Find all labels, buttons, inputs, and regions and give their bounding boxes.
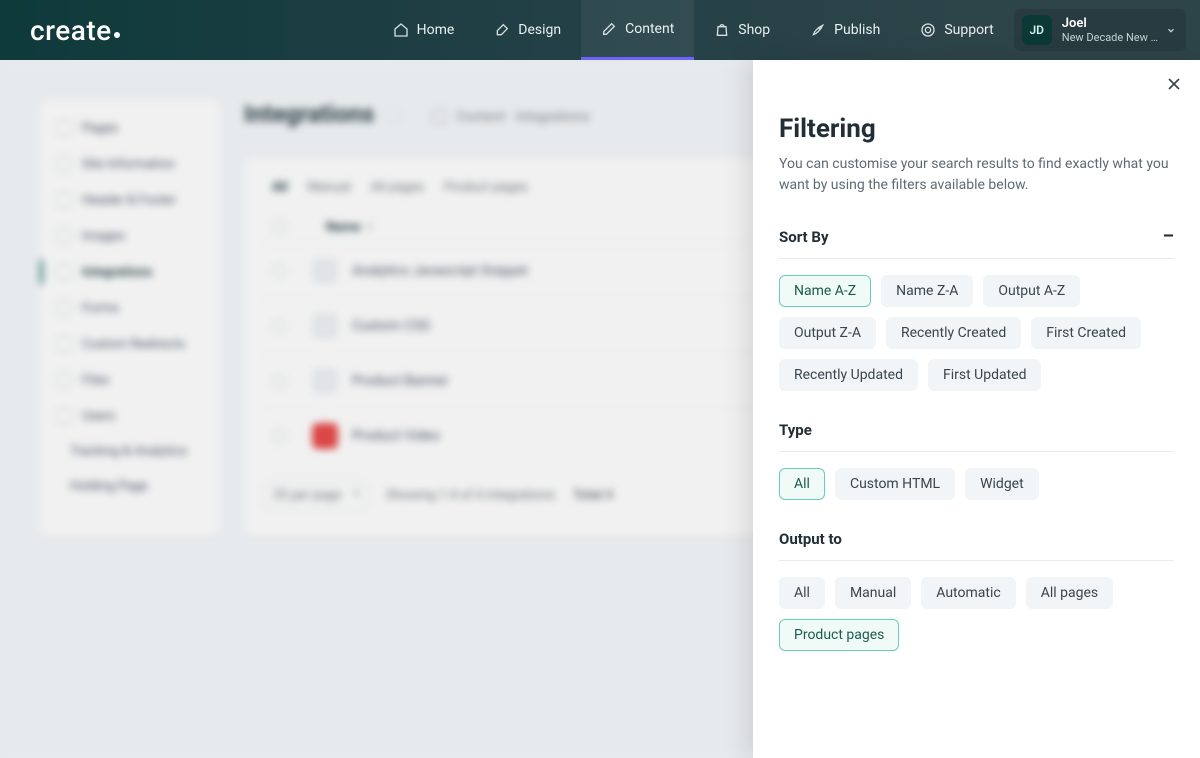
chip-output-all[interactable]: All — [779, 577, 825, 609]
chip-type-widget[interactable]: Widget — [965, 468, 1039, 500]
nav-support[interactable]: Support — [900, 0, 1013, 60]
nav-label: Home — [417, 22, 455, 38]
close-button[interactable] — [1164, 74, 1184, 94]
chip-output-manual[interactable]: Manual — [835, 577, 911, 609]
chip-output-az[interactable]: Output A-Z — [983, 275, 1080, 307]
nav-label: Shop — [738, 22, 770, 38]
bag-icon — [714, 22, 730, 38]
avatar: JD — [1022, 15, 1052, 45]
chip-first-updated[interactable]: First Updated — [928, 359, 1042, 391]
nav-shop[interactable]: Shop — [694, 0, 790, 60]
user-menu[interactable]: JD Joel New Decade New … — [1014, 9, 1186, 51]
section-output-to: Output to — [779, 526, 1174, 561]
chip-name-za[interactable]: Name Z-A — [881, 275, 973, 307]
chip-recently-created[interactable]: Recently Created — [886, 317, 1021, 349]
chevron-down-icon — [1166, 21, 1176, 40]
close-icon — [1164, 74, 1184, 94]
chip-recently-updated[interactable]: Recently Updated — [779, 359, 918, 391]
top-nav: create Home Design Content Shop Publish … — [0, 0, 1200, 60]
section-type: Type — [779, 417, 1174, 452]
chip-output-automatic[interactable]: Automatic — [921, 577, 1015, 609]
user-subtitle: New Decade New … — [1062, 31, 1158, 44]
collapse-icon[interactable]: – — [1163, 228, 1174, 246]
output-chips: All Manual Automatic All pages Product p… — [779, 577, 1174, 651]
overlay-scrim[interactable] — [0, 60, 753, 758]
nav-items: Home Design Content Shop Publish Support — [373, 0, 1014, 60]
nav-label: Design — [518, 22, 561, 38]
sort-chips: Name A-Z Name Z-A Output A-Z Output Z-A … — [779, 275, 1174, 391]
drawer-description: You can customise your search results to… — [779, 154, 1174, 196]
brush-icon — [494, 22, 510, 38]
chip-type-all[interactable]: All — [779, 468, 825, 500]
section-sort-by[interactable]: Sort By – — [779, 218, 1174, 259]
section-label: Output to — [779, 530, 842, 548]
nav-design[interactable]: Design — [474, 0, 581, 60]
chip-type-custom-html[interactable]: Custom HTML — [835, 468, 955, 500]
lifebuoy-icon — [920, 22, 936, 38]
brand-name: create — [30, 14, 112, 47]
home-icon — [393, 22, 409, 38]
nav-label: Support — [944, 22, 993, 38]
edit-icon — [601, 21, 617, 37]
filter-drawer: Filtering You can customise your search … — [753, 60, 1200, 758]
section-label: Sort By — [779, 228, 829, 246]
section-label: Type — [779, 421, 812, 439]
nav-publish[interactable]: Publish — [790, 0, 900, 60]
user-text: Joel New Decade New … — [1062, 16, 1158, 45]
chip-output-product-pages[interactable]: Product pages — [779, 619, 899, 651]
drawer-title: Filtering — [779, 114, 1174, 144]
chip-name-az[interactable]: Name A-Z — [779, 275, 871, 307]
nav-content[interactable]: Content — [581, 0, 694, 60]
user-name: Joel — [1062, 16, 1158, 32]
nav-label: Publish — [834, 22, 880, 38]
chip-output-za[interactable]: Output Z-A — [779, 317, 876, 349]
chip-output-all-pages[interactable]: All pages — [1026, 577, 1113, 609]
type-chips: All Custom HTML Widget — [779, 468, 1174, 500]
nav-label: Content — [625, 21, 674, 37]
brand-dot-icon — [114, 32, 120, 38]
rocket-icon — [810, 22, 826, 38]
brand-logo[interactable]: create — [0, 14, 150, 47]
chip-first-created[interactable]: First Created — [1031, 317, 1141, 349]
nav-home[interactable]: Home — [373, 0, 475, 60]
